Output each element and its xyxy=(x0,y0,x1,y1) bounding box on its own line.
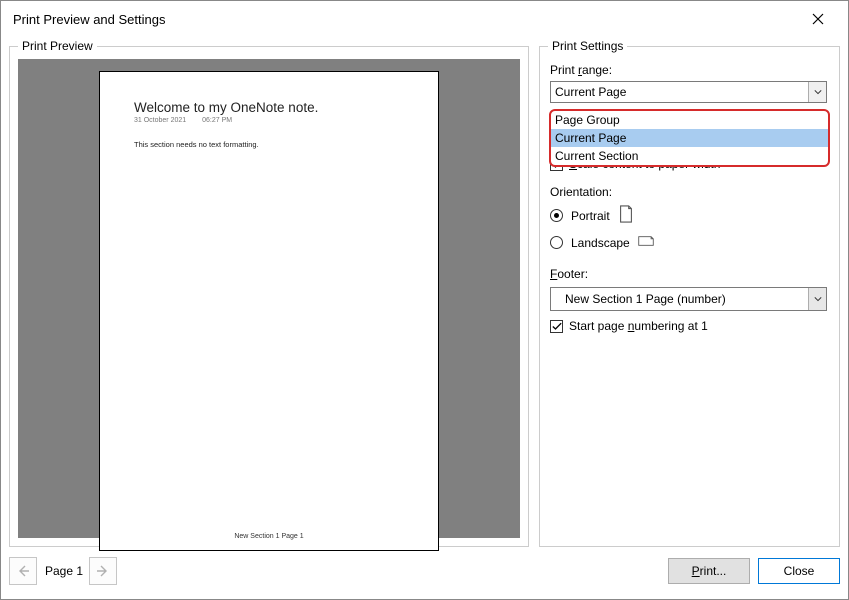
page-meta: 31 October 2021 06:27 PM xyxy=(134,117,404,124)
prev-page-button[interactable] xyxy=(9,557,37,585)
option-current-page[interactable]: Current Page xyxy=(551,129,828,147)
page-heading: Welcome to my OneNote note. xyxy=(134,100,404,115)
title-bar: Print Preview and Settings xyxy=(1,1,848,37)
landscape-label: Landscape xyxy=(571,236,630,250)
print-button[interactable]: Print... xyxy=(668,558,750,584)
print-range-select[interactable]: Current Page xyxy=(550,81,827,103)
print-settings-group: Print Settings Print range: Current Page… xyxy=(539,39,840,547)
landscape-radio[interactable] xyxy=(550,236,563,249)
print-range-label: Print range: xyxy=(550,63,827,77)
print-preview-legend: Print Preview xyxy=(18,39,97,53)
preview-canvas: Welcome to my OneNote note. 31 October 2… xyxy=(18,59,520,538)
footer-label: Footer: xyxy=(550,267,827,281)
print-range-dropdown[interactable]: Page Group Current Page Current Section xyxy=(549,109,830,167)
page-time: 06:27 PM xyxy=(202,117,232,124)
start-numbering-label: Start page numbering at 1 xyxy=(569,319,708,333)
next-page-button[interactable] xyxy=(89,557,117,585)
chevron-down-icon xyxy=(808,288,826,310)
close-button[interactable]: Close xyxy=(758,558,840,584)
window-title: Print Preview and Settings xyxy=(13,12,165,27)
bottom-bar: Page 1 Print... Close xyxy=(9,551,840,591)
option-current-section[interactable]: Current Section xyxy=(551,147,828,165)
portrait-icon xyxy=(618,205,634,226)
page-date: 31 October 2021 xyxy=(134,117,186,124)
footer-select[interactable]: New Section 1 Page (number) xyxy=(550,287,827,311)
landscape-icon xyxy=(638,232,654,253)
print-preview-group: Print Preview Welcome to my OneNote note… xyxy=(9,39,529,547)
option-page-group[interactable]: Page Group xyxy=(551,111,828,129)
page-body-text: This section needs no text formatting. xyxy=(134,140,404,149)
start-numbering-row: Start page numbering at 1 xyxy=(550,319,827,333)
chevron-down-icon xyxy=(808,82,826,102)
print-settings-legend: Print Settings xyxy=(548,39,627,53)
preview-page: Welcome to my OneNote note. 31 October 2… xyxy=(99,71,439,551)
dialog-window: Print Preview and Settings Print Preview… xyxy=(0,0,849,600)
portrait-radio[interactable] xyxy=(550,209,563,222)
page-footer-text: New Section 1 Page 1 xyxy=(100,533,438,540)
page-indicator: Page 1 xyxy=(45,564,83,578)
close-icon[interactable] xyxy=(798,4,838,34)
orientation-label: Orientation: xyxy=(550,185,827,199)
start-numbering-checkbox[interactable] xyxy=(550,320,563,333)
portrait-label: Portrait xyxy=(571,209,610,223)
footer-value: New Section 1 Page (number) xyxy=(555,292,726,306)
print-range-value: Current Page xyxy=(555,85,626,99)
